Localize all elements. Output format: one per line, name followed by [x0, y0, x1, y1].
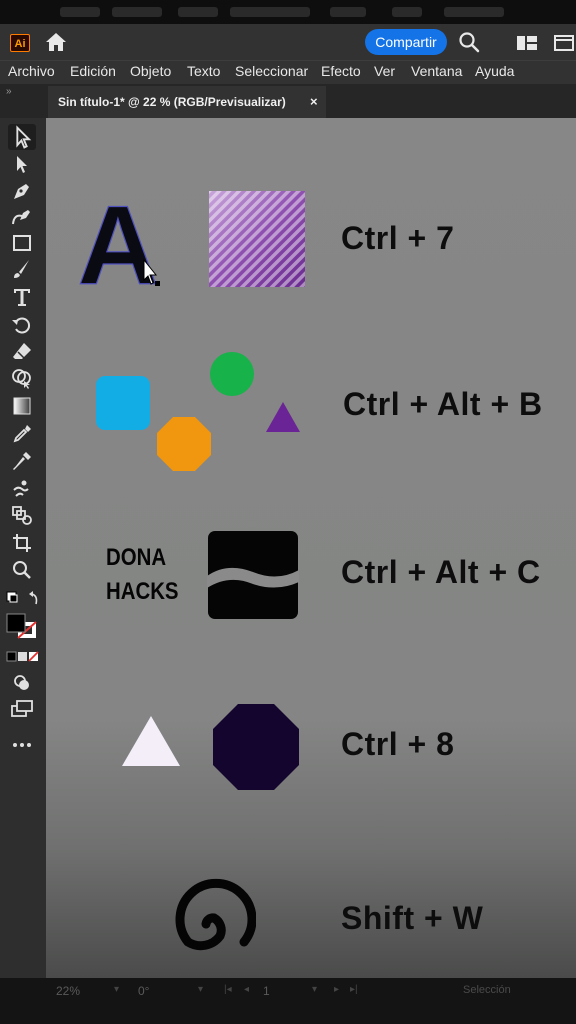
menu-ayuda[interactable]: Ayuda: [475, 63, 514, 79]
blurred-text: [60, 7, 100, 17]
curvature-tool-icon[interactable]: [10, 206, 34, 228]
menu-archivo[interactable]: Archivo: [8, 63, 55, 79]
home-icon[interactable]: [45, 32, 67, 52]
share-button[interactable]: Compartir: [365, 29, 447, 55]
fill-stroke-swap-icon[interactable]: [6, 588, 40, 610]
artboard-number[interactable]: 1: [263, 984, 270, 998]
menu-seleccionar[interactable]: Seleccionar: [235, 63, 308, 79]
rotate-tool-icon[interactable]: [10, 314, 34, 336]
search-icon[interactable]: [458, 31, 480, 53]
tools-panel: [0, 118, 46, 978]
status-bar: 22% ▾ 0° ▾ |◂ ◂ 1 ▾ ▸ ▸| Selección: [0, 978, 576, 1024]
shortcut-row3: Ctrl + Alt + C: [341, 554, 541, 590]
menu-objeto[interactable]: Objeto: [130, 63, 171, 79]
menu-bar: Archivo Edición Objeto Texto Seleccionar…: [0, 60, 576, 85]
zoom-dropdown-icon[interactable]: ▾: [114, 984, 119, 995]
pen-tool-icon[interactable]: [10, 180, 34, 202]
rectangle-tool-icon[interactable]: [10, 232, 34, 254]
blurred-text: [330, 7, 366, 17]
document-tab-row: » Sin título-1* @ 22 % (RGB/Previsualiza…: [0, 84, 576, 118]
last-artboard-icon[interactable]: ▸|: [350, 984, 358, 995]
type-tool-icon[interactable]: [10, 286, 34, 308]
menu-efecto[interactable]: Efecto: [321, 63, 361, 79]
zoom-level[interactable]: 22%: [56, 984, 80, 998]
green-circle-shape[interactable]: [210, 352, 254, 396]
striped-square-graphic[interactable]: [208, 190, 306, 288]
app-bar: Ai Compartir: [0, 24, 576, 60]
status-text: Selección: [463, 984, 511, 996]
paintbrush-tool-icon[interactable]: [10, 258, 34, 280]
zoom-tool-icon[interactable]: [10, 559, 34, 581]
draw-mode-icon[interactable]: [10, 672, 34, 694]
dark-octagon-shape[interactable]: [212, 703, 300, 791]
artboard-dropdown-icon[interactable]: ▾: [312, 984, 317, 995]
shape-builder-tool-icon[interactable]: [10, 367, 34, 389]
eraser-tool-icon[interactable]: [10, 340, 34, 362]
letter-a-graphic[interactable]: A: [76, 196, 164, 292]
brand-line1: DONA: [106, 544, 167, 571]
spiral-shape[interactable]: [160, 874, 256, 970]
menu-ver[interactable]: Ver: [374, 63, 395, 79]
shortcut-row5: Shift + W: [341, 900, 484, 936]
color-mode-icons[interactable]: [6, 650, 40, 664]
artboard-tool-icon[interactable]: [10, 532, 34, 554]
eyedropper-tool-icon[interactable]: [10, 450, 34, 472]
fill-stroke-swatch-icon[interactable]: [4, 612, 40, 640]
gradient-tool-icon[interactable]: [10, 395, 34, 417]
document-tab[interactable]: Sin título-1* @ 22 % (RGB/Previsualizar)…: [48, 86, 326, 118]
selection-tool-icon[interactable]: [8, 124, 36, 150]
blurred-text: [444, 7, 504, 17]
expand-panels-icon[interactable]: »: [6, 86, 12, 97]
menu-ventana[interactable]: Ventana: [411, 63, 462, 79]
purple-triangle-shape[interactable]: [264, 400, 302, 434]
rotation-value[interactable]: 0°: [138, 984, 149, 998]
menu-texto[interactable]: Texto: [187, 63, 220, 79]
shortcut-row2: Ctrl + Alt + B: [343, 386, 543, 422]
previous-artboard-icon[interactable]: ◂: [244, 984, 249, 995]
illustrator-logo: Ai: [10, 34, 30, 52]
document-title: Sin título-1* @ 22 % (RGB/Previsualizar): [58, 95, 286, 109]
window-icon[interactable]: [554, 35, 574, 51]
blurred-text: [392, 7, 422, 17]
blend-tool-icon[interactable]: [10, 504, 34, 526]
more-tools-icon[interactable]: [10, 734, 34, 756]
os-title-bar: [0, 0, 576, 24]
direct-selection-tool-icon[interactable]: [10, 154, 34, 176]
artboard-canvas[interactable]: A Ctrl + 7 Ctrl + Alt + B DONA HACKS Ctr…: [46, 118, 576, 978]
shortcut-row1: Ctrl + 7: [341, 220, 455, 256]
shortcut-row4: Ctrl + 8: [341, 726, 455, 762]
brand-line2: HACKS: [106, 578, 179, 605]
rotation-dropdown-icon[interactable]: ▾: [198, 984, 203, 995]
white-triangle-shape[interactable]: [120, 714, 182, 768]
close-tab-icon[interactable]: ×: [310, 94, 318, 109]
dona-hacks-text[interactable]: DONA HACKS: [106, 541, 179, 609]
orange-octagon-shape[interactable]: [156, 416, 212, 472]
puppet-warp-tool-icon[interactable]: [10, 478, 34, 500]
blurred-text: [178, 7, 218, 17]
eyedropper-tool-icon[interactable]: [10, 423, 34, 445]
blurred-text: [230, 7, 310, 17]
menu-edicion[interactable]: Edición: [70, 63, 116, 79]
first-artboard-icon[interactable]: |◂: [224, 984, 232, 995]
screen-mode-icon[interactable]: [10, 698, 34, 720]
blue-square-shape[interactable]: [96, 376, 150, 430]
workspace-layout-icon[interactable]: [516, 35, 538, 51]
next-artboard-icon[interactable]: ▸: [334, 984, 339, 995]
wave-square-logo[interactable]: [207, 530, 299, 620]
blurred-text: [112, 7, 162, 17]
